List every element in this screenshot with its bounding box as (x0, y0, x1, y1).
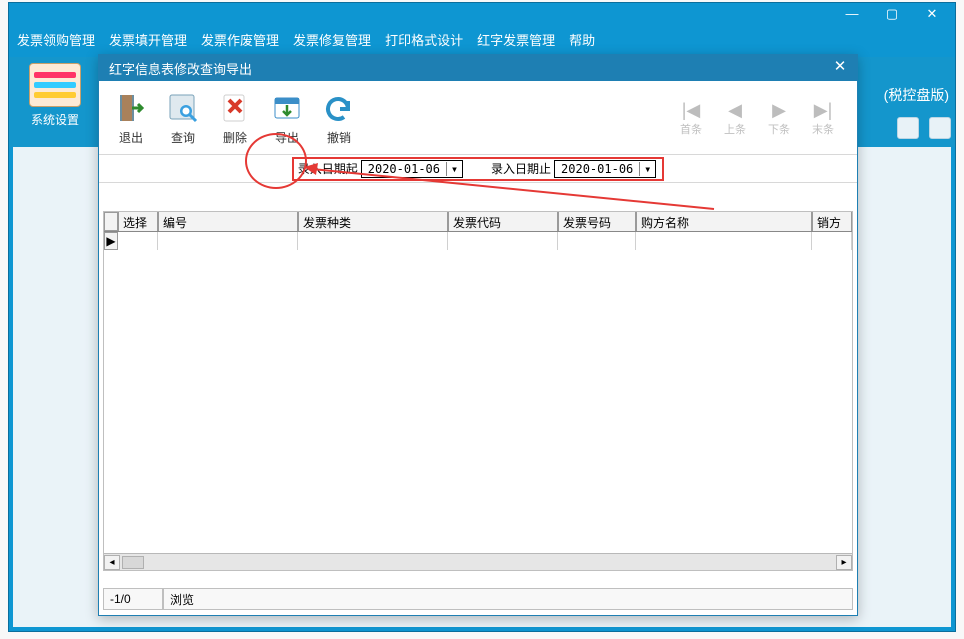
door-arrow-icon (113, 90, 149, 126)
dialog-toolbar: 退出 查询 删除 导出 撤销 |◀首条 ◀ (99, 81, 857, 155)
date-from-input[interactable]: 2020-01-06 ▾ (361, 160, 463, 178)
export-label: 导出 (261, 129, 313, 146)
delete-button[interactable]: 删除 (209, 90, 261, 146)
col-select[interactable]: 选择 (118, 212, 158, 231)
result-grid: 选择 编号 发票种类 发票代码 发票号码 购方名称 销方 ▶ ◂ ▸ (103, 211, 853, 571)
dialog-title: 红字信息表修改查询导出 (109, 59, 252, 78)
date-from-label: 录入日期起 (298, 160, 358, 177)
x-red-icon (217, 90, 253, 126)
scroll-right-button[interactable]: ▸ (836, 555, 852, 570)
close-button[interactable]: ✕ (913, 5, 951, 23)
nav-prev-button[interactable]: ◀上条 (715, 99, 755, 137)
undo-label: 撤销 (313, 129, 365, 146)
nav-first-label: 首条 (671, 121, 711, 137)
next-icon: ▶ (759, 99, 799, 121)
filter-row: 录入日期起 2020-01-06 ▾ 录入日期止 2020-01-06 ▾ (99, 155, 857, 183)
delete-label: 删除 (209, 129, 261, 146)
chevron-down-icon[interactable]: ▾ (446, 162, 462, 176)
col-code[interactable]: 发票代码 (448, 212, 558, 231)
undo-button[interactable]: 撤销 (313, 90, 365, 146)
grid-header: 选择 编号 发票种类 发票代码 发票号码 购方名称 销方 (104, 212, 852, 232)
col-type[interactable]: 发票种类 (298, 212, 448, 231)
nav-first-button[interactable]: |◀首条 (671, 99, 711, 137)
system-settings-button[interactable]: 系统设置 (19, 63, 91, 128)
menu-invoice-receive[interactable]: 发票领购管理 (17, 30, 95, 49)
dialog-titlebar: 红字信息表修改查询导出 ✕ (99, 55, 857, 81)
system-settings-label: 系统设置 (19, 111, 91, 128)
red-info-dialog: 红字信息表修改查询导出 ✕ 退出 查询 删除 导出 (98, 54, 858, 616)
magnifier-icon (165, 90, 201, 126)
calendar-arrow-icon (269, 90, 305, 126)
right-small-icons (897, 117, 951, 139)
scroll-left-button[interactable]: ◂ (104, 555, 120, 570)
edition-label: (税控盘版) (884, 85, 949, 105)
scroll-thumb[interactable] (122, 556, 144, 569)
horizontal-scrollbar[interactable]: ◂ ▸ (104, 553, 852, 570)
dialog-close-button[interactable]: ✕ (829, 58, 851, 78)
col-number[interactable]: 编号 (158, 212, 298, 231)
last-icon: ▶| (803, 99, 843, 121)
settings-icon (29, 63, 81, 107)
undo-arrow-icon (321, 90, 357, 126)
row-indicator-header (104, 212, 118, 231)
export-button[interactable]: 导出 (261, 90, 313, 146)
status-bar: -1/0 浏览 (103, 587, 853, 611)
minimize-button[interactable]: — (833, 5, 871, 23)
nav-prev-label: 上条 (715, 121, 755, 137)
menu-invoice-issue[interactable]: 发票填开管理 (109, 30, 187, 49)
query-button[interactable]: 查询 (157, 90, 209, 146)
date-to-label: 录入日期止 (491, 160, 551, 177)
menu-red-invoice[interactable]: 红字发票管理 (477, 30, 555, 49)
chevron-down-icon[interactable]: ▾ (639, 162, 655, 176)
current-row-indicator: ▶ (104, 232, 118, 250)
window-titlebar: — ▢ ✕ (9, 3, 955, 25)
nav-next-button[interactable]: ▶下条 (759, 99, 799, 137)
prev-icon: ◀ (715, 99, 755, 121)
table-row[interactable]: ▶ (104, 232, 852, 250)
exit-button[interactable]: 退出 (105, 90, 157, 146)
date-from-value: 2020-01-06 (362, 162, 446, 176)
menu-invoice-repair[interactable]: 发票修复管理 (293, 30, 371, 49)
status-count: -1/0 (103, 588, 163, 610)
clipboard-icon[interactable] (929, 117, 951, 139)
main-menu: 发票领购管理 发票填开管理 发票作废管理 发票修复管理 打印格式设计 红字发票管… (9, 25, 955, 53)
status-mode: 浏览 (163, 588, 853, 610)
query-label: 查询 (157, 129, 209, 146)
col-seller[interactable]: 销方 (812, 212, 852, 231)
first-icon: |◀ (671, 99, 711, 121)
date-to-input[interactable]: 2020-01-06 ▾ (554, 160, 656, 178)
nav-last-label: 末条 (803, 121, 843, 137)
exit-label: 退出 (105, 129, 157, 146)
nav-next-label: 下条 (759, 121, 799, 137)
menu-invoice-void[interactable]: 发票作废管理 (201, 30, 279, 49)
lock-icon[interactable] (897, 117, 919, 139)
col-buyer[interactable]: 购方名称 (636, 212, 812, 231)
nav-last-button[interactable]: ▶|末条 (803, 99, 843, 137)
menu-print-format[interactable]: 打印格式设计 (385, 30, 463, 49)
date-to-value: 2020-01-06 (555, 162, 639, 176)
record-nav: |◀首条 ◀上条 ▶下条 ▶|末条 (671, 99, 851, 137)
col-no[interactable]: 发票号码 (558, 212, 636, 231)
menu-help[interactable]: 帮助 (569, 30, 595, 49)
maximize-button[interactable]: ▢ (873, 5, 911, 23)
filter-group: 录入日期起 2020-01-06 ▾ 录入日期止 2020-01-06 ▾ (292, 157, 665, 181)
